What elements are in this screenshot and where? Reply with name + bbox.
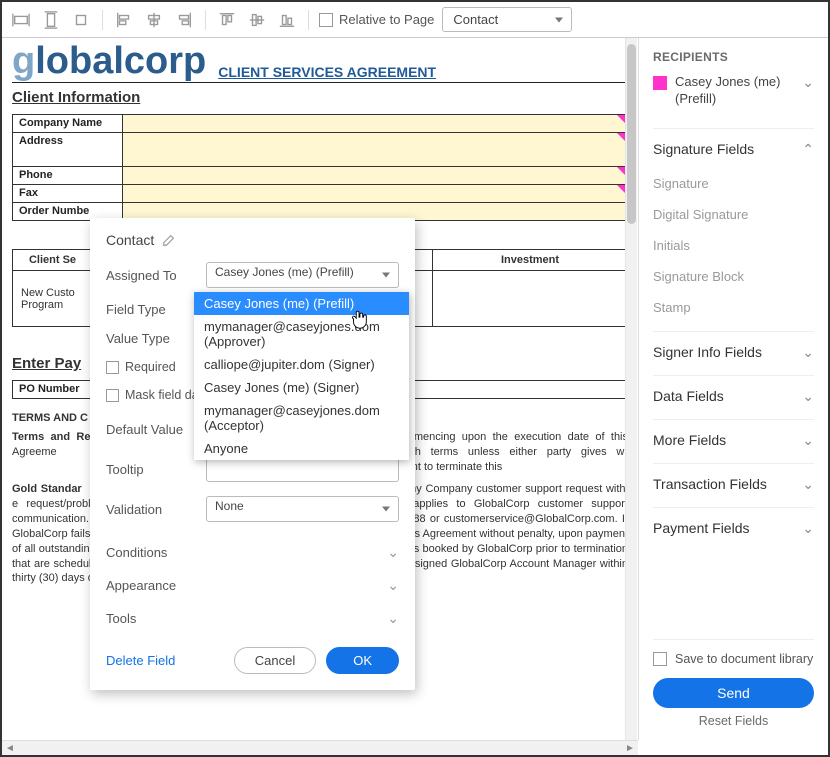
field-fax[interactable] (123, 185, 628, 203)
client-info-table: Company Name Address Phone Fax Order Num… (12, 114, 628, 221)
document-area: globalcorp CLIENT SERVICES AGREEMENT Cli… (2, 38, 638, 740)
program-row-label: New Custo Program (13, 271, 93, 327)
align-bottom-icon[interactable] (276, 9, 298, 31)
investment-header: Investment (433, 250, 628, 271)
send-button[interactable]: Send (653, 678, 814, 708)
chevron-down-icon: ⌄ (802, 476, 814, 493)
chevron-down-icon: ⌄ (387, 577, 399, 594)
assigned-to-select[interactable]: Casey Jones (me) (Prefill) (206, 262, 399, 288)
cursor-hand-icon (348, 308, 370, 330)
align-top-icon[interactable] (216, 9, 238, 31)
align-width-icon[interactable] (10, 9, 32, 31)
required-checkbox[interactable]: Required (106, 360, 176, 374)
dropdown-item[interactable]: mymanager@caseyjones.dom (Acceptor) (194, 399, 409, 437)
toolbar: Relative to Page Contact (2, 2, 828, 38)
chevron-down-icon: ⌄ (387, 610, 399, 627)
label-address: Address (13, 133, 123, 167)
dropdown-item[interactable]: calliope@jupiter.dom (Signer) (194, 353, 409, 376)
ok-button[interactable]: OK (326, 647, 399, 674)
assigned-to-dropdown: Casey Jones (me) (Prefill) mymanager@cas… (194, 292, 409, 460)
recipient-name: Casey Jones (me) (Prefill) (675, 74, 794, 108)
field-properties-popup: Contact Assigned To Casey Jones (me) (Pr… (90, 218, 415, 690)
section-client-services-partial: Client Se (13, 250, 93, 271)
company-logo: globalcorp (12, 42, 206, 80)
document-vertical-scrollbar[interactable] (625, 38, 637, 740)
relative-to-page-label: Relative to Page (339, 12, 434, 27)
reset-fields-link[interactable]: Reset Fields (653, 714, 814, 728)
validation-select[interactable]: None (206, 496, 399, 522)
recipient-color-swatch (653, 76, 667, 90)
toolbar-context-select[interactable]: Contact (442, 7, 572, 32)
field-phone[interactable] (123, 167, 628, 185)
label-assigned-to: Assigned To (106, 268, 206, 283)
cancel-button[interactable]: Cancel (234, 647, 316, 674)
label-field-type: Field Type (106, 302, 206, 317)
tools-section[interactable]: Tools⌄ (106, 602, 399, 635)
field-address[interactable] (123, 133, 628, 167)
chevron-up-icon: ⌃ (802, 141, 814, 158)
align-center-h-icon[interactable] (143, 9, 165, 31)
signature-fields-list: Signature Digital Signature Initials Sig… (653, 172, 814, 329)
chevron-down-icon: ⌄ (802, 344, 814, 361)
dropdown-item[interactable]: Casey Jones (me) (Signer) (194, 376, 409, 399)
label-validation: Validation (106, 502, 206, 517)
align-center-v-icon[interactable] (246, 9, 268, 31)
dropdown-item[interactable]: mymanager@caseyjones.dom (Approver) (194, 315, 409, 353)
popup-title: Contact (106, 232, 154, 248)
align-right-icon[interactable] (173, 9, 195, 31)
save-to-library-checkbox[interactable]: Save to document library (653, 652, 814, 666)
appearance-section[interactable]: Appearance⌄ (106, 569, 399, 602)
field-type-digital-signature[interactable]: Digital Signature (653, 205, 814, 224)
accordion-signer-info[interactable]: Signer Info Fields⌄ (653, 331, 814, 373)
field-type-initials[interactable]: Initials (653, 236, 814, 255)
align-height-icon[interactable] (40, 9, 62, 31)
label-default-value: Default Value (106, 422, 206, 437)
accordion-payment-fields[interactable]: Payment Fields⌄ (653, 507, 814, 549)
chevron-down-icon: ⌄ (802, 520, 814, 537)
accordion-transaction-fields[interactable]: Transaction Fields⌄ (653, 463, 814, 505)
chevron-down-icon: ⌄ (802, 388, 814, 405)
chevron-down-icon: ⌄ (802, 432, 814, 449)
right-panel: RECIPIENTS Casey Jones (me) (Prefill) ⌄ … (638, 38, 828, 740)
align-left-icon[interactable] (113, 9, 135, 31)
edit-name-icon[interactable] (162, 233, 176, 247)
relative-to-page-checkbox[interactable]: Relative to Page (319, 12, 434, 27)
label-tooltip: Tooltip (106, 462, 206, 477)
label-fax: Fax (13, 185, 123, 203)
dropdown-item[interactable]: Anyone (194, 437, 409, 460)
label-phone: Phone (13, 167, 123, 185)
conditions-section[interactable]: Conditions⌄ (106, 536, 399, 569)
document-title: CLIENT SERVICES AGREEMENT (218, 64, 436, 80)
accordion-data-fields[interactable]: Data Fields⌄ (653, 375, 814, 417)
chevron-down-icon: ⌄ (387, 544, 399, 561)
section-client-information: Client Information (12, 89, 628, 106)
field-company-name[interactable] (123, 115, 628, 133)
label-value-type: Value Type (106, 331, 206, 346)
field-type-stamp[interactable]: Stamp (653, 298, 814, 317)
field-type-signature[interactable]: Signature (653, 174, 814, 193)
align-both-icon[interactable] (70, 9, 92, 31)
delete-field-link[interactable]: Delete Field (106, 653, 175, 668)
field-type-signature-block[interactable]: Signature Block (653, 267, 814, 286)
recipients-heading: RECIPIENTS (653, 50, 814, 64)
label-company-name: Company Name (13, 115, 123, 133)
accordion-more-fields[interactable]: More Fields⌄ (653, 419, 814, 461)
accordion-signature-fields[interactable]: Signature Fields⌃ (653, 128, 814, 170)
recipient-row[interactable]: Casey Jones (me) (Prefill) ⌄ (653, 74, 814, 108)
chevron-down-icon: ⌄ (802, 74, 814, 91)
document-horizontal-scrollbar[interactable]: ◄► (2, 740, 638, 755)
dropdown-item[interactable]: Casey Jones (me) (Prefill) (194, 292, 409, 315)
